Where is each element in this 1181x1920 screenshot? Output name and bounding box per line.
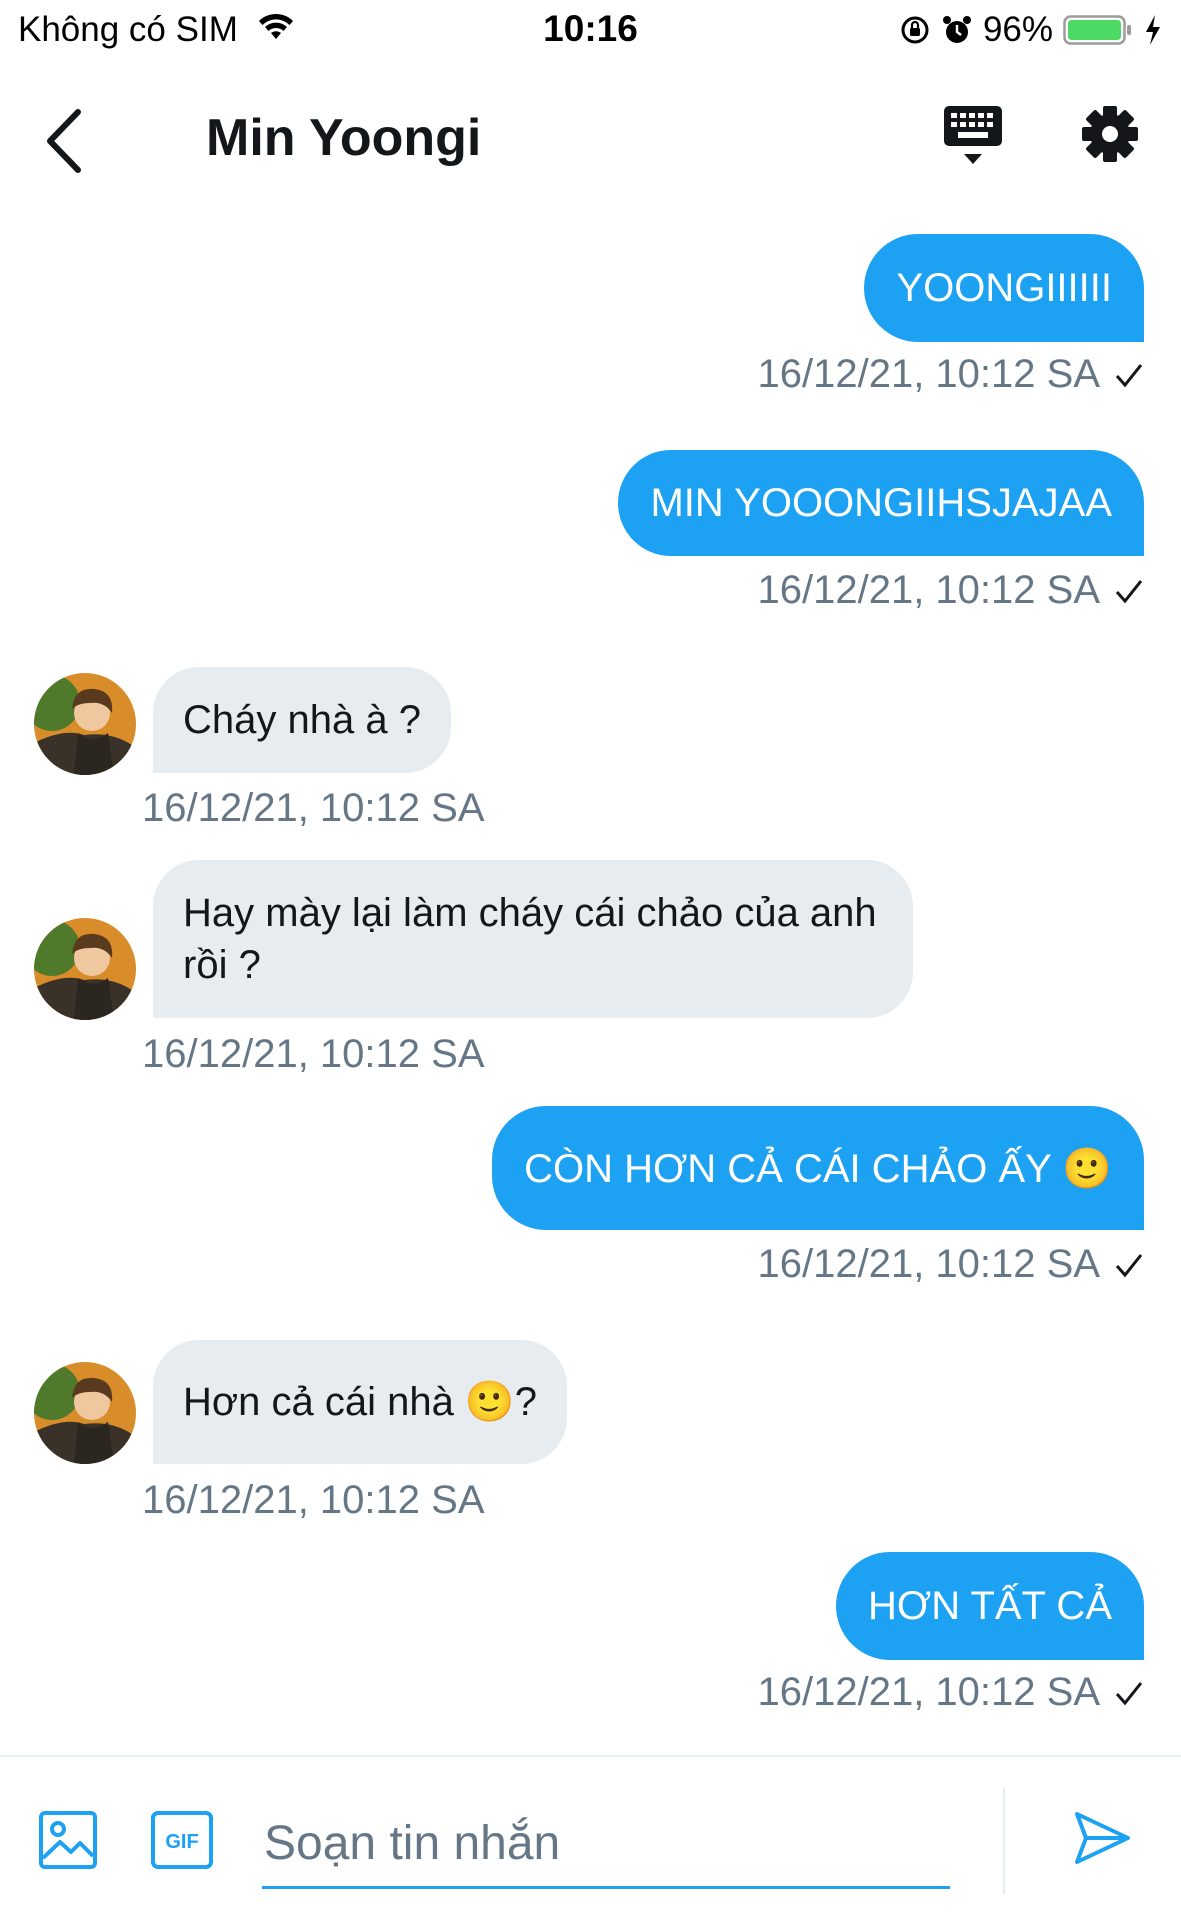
message-compose-input[interactable] <box>262 1800 950 1889</box>
chevron-left-icon <box>47 109 81 173</box>
timestamp-text: 16/12/21, 10:12 SA <box>757 352 1101 396</box>
avatar-image <box>34 673 136 775</box>
back-button[interactable] <box>38 106 90 176</box>
status-indicators: 96% <box>899 8 1163 52</box>
composer-separator <box>1003 1788 1005 1894</box>
timestamp-text: 16/12/21, 10:12 SA <box>757 568 1101 612</box>
send-button[interactable] <box>1072 1808 1132 1868</box>
message-timestamp: 16/12/21, 10:12 SA <box>142 1032 485 1076</box>
message-text: Hay mày lại làm cháy cái chảo của anh rồ… <box>183 891 877 987</box>
timestamp-text: 16/12/21, 10:12 SA <box>757 1670 1101 1714</box>
message-bubble-outgoing[interactable]: MIN YOOONGIIHSJAJAA <box>618 450 1144 556</box>
conversation-title: Min Yoongi <box>206 109 482 167</box>
message-text: HƠN TẤT CẢ <box>868 1583 1112 1628</box>
avatar-image <box>34 918 136 1020</box>
message-timestamp: 16/12/21, 10:12 SA <box>758 1670 1145 1715</box>
sent-check-icon <box>1115 1681 1143 1705</box>
gif-icon: GIF <box>151 1811 213 1869</box>
avatar-image <box>34 1362 136 1464</box>
timestamp-text: 16/12/21, 10:12 SA <box>757 1242 1101 1286</box>
settings-button[interactable] <box>1080 104 1140 164</box>
message-timestamp: 16/12/21, 10:12 SA <box>758 568 1145 613</box>
message-bubble-incoming[interactable]: Hay mày lại làm cháy cái chảo của anh rồ… <box>153 860 913 1018</box>
avatar[interactable] <box>34 1362 136 1464</box>
message-bubble-incoming[interactable]: Cháy nhà à ? <box>153 667 451 773</box>
message-text: Hơn cả cái nhà 🙂? <box>183 1380 537 1424</box>
rotation-lock-icon <box>901 16 929 44</box>
add-photo-button[interactable] <box>38 1810 98 1870</box>
message-text: MIN YOOONGIIHSJAJAA <box>650 480 1112 525</box>
composer-divider <box>0 1755 1181 1757</box>
keyboard-toggle-button[interactable] <box>942 102 1004 168</box>
charging-bolt-icon <box>1146 15 1160 45</box>
message-timestamp: 16/12/21, 10:12 SA <box>758 352 1145 397</box>
message-bubble-outgoing[interactable]: YOONGIIIIII <box>864 234 1144 342</box>
send-icon <box>1075 1812 1130 1864</box>
message-timestamp: 16/12/21, 10:12 SA <box>758 1242 1145 1287</box>
message-bubble-incoming[interactable]: Hơn cả cái nhà 🙂? <box>153 1340 567 1464</box>
conversation-header: Min Yoongi <box>0 80 1181 200</box>
alarm-icon <box>942 16 971 43</box>
sent-check-icon <box>1115 579 1143 603</box>
add-gif-button[interactable]: GIF <box>150 1810 214 1870</box>
svg-text:GIF: GIF <box>165 1831 198 1853</box>
battery-percentage: 96% <box>982 10 1053 49</box>
battery-icon <box>1063 15 1131 45</box>
image-icon <box>39 1811 97 1869</box>
message-text: YOONGIIIIII <box>896 265 1112 310</box>
sent-check-icon <box>1115 1253 1143 1277</box>
message-bubble-outgoing[interactable]: HƠN TẤT CẢ <box>836 1552 1144 1660</box>
sent-check-icon <box>1115 363 1143 387</box>
message-text: Cháy nhà à ? <box>183 698 421 742</box>
message-timestamp: 16/12/21, 10:12 SA <box>142 1478 485 1522</box>
keyboard-icon <box>944 106 1002 164</box>
avatar[interactable] <box>34 918 136 1020</box>
gear-icon <box>1082 106 1138 162</box>
message-timestamp: 16/12/21, 10:12 SA <box>142 786 485 830</box>
message-bubble-outgoing[interactable]: CÒN HƠN CẢ CÁI CHẢO ẤY 🙂 <box>492 1106 1144 1230</box>
avatar[interactable] <box>34 673 136 775</box>
status-bar: Không có SIM 10:16 96% <box>0 0 1181 60</box>
message-text: CÒN HƠN CẢ CÁI CHẢO ẤY 🙂 <box>524 1146 1112 1191</box>
